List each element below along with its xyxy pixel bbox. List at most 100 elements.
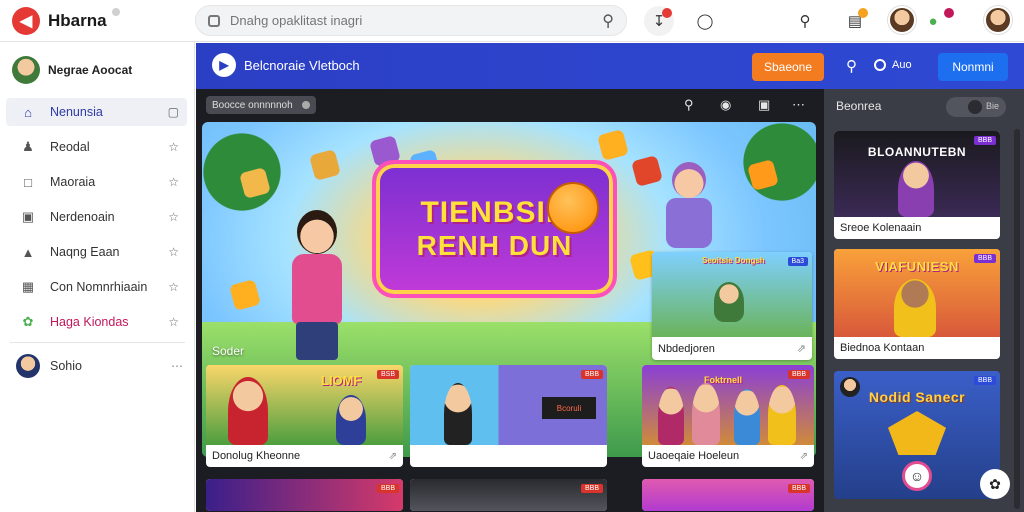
- puzzle-icon[interactable]: ●: [918, 6, 954, 36]
- filter-pill-label: Boocce onnnnnoh: [212, 99, 293, 111]
- sidebar-item-2[interactable]: □ Maoraia ☆: [6, 168, 187, 196]
- app-logo[interactable]: ◀ Hbarna: [12, 6, 107, 36]
- chat-icon[interactable]: ◯: [690, 6, 720, 36]
- video-card[interactable]: BBB BLOANNUTEBN Sreoe Kolenaain: [834, 131, 1000, 239]
- video-card[interactable]: BBB: [206, 479, 403, 511]
- filter-pill[interactable]: Boocce onnnnnoh: [206, 96, 316, 114]
- folder-icon: ▣: [21, 209, 35, 224]
- video-card[interactable]: Seoitsie Dongsh Ba3 Nbdedjoren ⇗: [652, 252, 812, 360]
- star-icon[interactable]: ☆: [168, 175, 179, 189]
- star-icon[interactable]: ☆: [168, 140, 179, 154]
- search-input[interactable]: [230, 13, 603, 28]
- star-badge: [888, 411, 946, 455]
- video-thumbnail: BBB: [642, 479, 814, 511]
- video-thumbnail: BSB LIOMF: [206, 365, 403, 445]
- bookmark-icon: □: [24, 174, 32, 190]
- video-thumbnail: Seoitsie Dongsh Ba3: [652, 252, 812, 337]
- video-chip: Ba3: [787, 257, 808, 266]
- video-card[interactable]: BBB: [410, 479, 607, 511]
- video-card[interactable]: BBB Foktrnell Uaoeqaie Hoeleun ⇗: [642, 365, 814, 467]
- content-title: Belcnoraie Vletboch: [244, 58, 360, 73]
- notification-badge: [662, 8, 672, 18]
- video-chip: BSB: [376, 370, 399, 379]
- assistant-icon[interactable]: ✿: [980, 469, 1010, 499]
- expand-icon[interactable]: ⇗: [797, 342, 806, 355]
- auto-toggle[interactable]: Auo: [874, 59, 912, 71]
- notes-icon[interactable]: ▤: [840, 6, 870, 36]
- star-icon[interactable]: ☆: [168, 210, 179, 224]
- scrollbar[interactable]: [1014, 129, 1020, 509]
- sidebar-item-label: Con Nomnrhiaain: [50, 280, 148, 294]
- person-figure: [734, 389, 760, 445]
- image-icon[interactable]: ▣: [758, 97, 770, 113]
- sidebar-item-label: Maoraia: [50, 175, 96, 189]
- flower-icon: ✿: [22, 314, 34, 329]
- status-dot: [112, 8, 120, 16]
- video-card[interactable]: BBB: [642, 479, 814, 511]
- search-icon[interactable]: ⚲: [684, 97, 694, 113]
- video-chip: BBB: [580, 370, 603, 379]
- person-figure: [894, 279, 936, 337]
- girl-character: [282, 210, 352, 360]
- sidebar-nav: ⌂ Nenunsia ▢ ♟ Reodal ☆ □ Maoraia ☆ ▣ Ne…: [6, 98, 187, 343]
- thumbnail-banner: Bcoruli: [542, 397, 596, 419]
- avatar[interactable]: [888, 6, 916, 34]
- boy-character: [660, 162, 720, 252]
- floating-item: [597, 129, 629, 161]
- sidebar-item-label: Haga Kiondas: [50, 315, 129, 329]
- sidebar-item-6[interactable]: ✿ Haga Kiondas ☆: [6, 308, 187, 336]
- person-figure: [714, 282, 744, 322]
- secondary-button[interactable]: Nonmni: [938, 53, 1008, 81]
- sidebar-item-0[interactable]: ⌂ Nenunsia ▢: [6, 98, 187, 126]
- person-figure: [228, 377, 268, 445]
- person-figure: [898, 161, 934, 217]
- video-title: Biednoa Kontaan: [840, 342, 925, 354]
- search-icon[interactable]: ⚲: [602, 11, 614, 31]
- search-bar[interactable]: ⚲: [195, 5, 627, 36]
- video-card[interactable]: BBB Bcoruli: [410, 365, 607, 467]
- user-avatar[interactable]: [984, 6, 1012, 34]
- video-thumbnail: BBB Foktrnell: [642, 365, 814, 445]
- sidebar-user[interactable]: Sohio ⋯: [16, 354, 184, 378]
- home-icon: ⌂: [24, 104, 32, 120]
- toggle-label: Bie: [986, 101, 1000, 111]
- people-icon: ♟: [22, 139, 34, 154]
- expand-icon[interactable]: ⇗: [389, 451, 397, 462]
- video-thumbnail: BBB VIAFUNIESN: [834, 249, 1000, 337]
- search-icon[interactable]: ⚲: [846, 57, 857, 75]
- video-card[interactable]: BBB VIAFUNIESN Biednoa Kontaan: [834, 249, 1000, 359]
- sidebar-item-4[interactable]: ▲ Naqng Eaan ☆: [6, 238, 187, 266]
- video-chip: BBB: [787, 484, 810, 493]
- main-content: Boocce onnnnnoh ⚲ ◉ ▣ ⋯ TIENBSIN RENH DU…: [196, 89, 824, 512]
- pin-icon[interactable]: ▢: [168, 105, 179, 119]
- sidebar-item-1[interactable]: ♟ Reodal ☆: [6, 133, 187, 161]
- sidebar-profile[interactable]: Negrae Aoocat: [12, 56, 132, 84]
- star-icon[interactable]: ☆: [168, 245, 179, 259]
- download-icon[interactable]: ↧: [644, 6, 674, 36]
- sidebar-item-5[interactable]: ▦ Con Nomnrhiaain ☆: [6, 273, 187, 301]
- video-card[interactable]: BSB LIOMF Donolug Kheonne ⇗: [206, 365, 403, 467]
- star-icon[interactable]: ☆: [168, 315, 179, 329]
- more-icon[interactable]: ⋯: [171, 359, 184, 373]
- pin-icon: ▲: [21, 244, 35, 260]
- channel-logo-icon: ▶: [212, 53, 236, 77]
- zoom-icon[interactable]: ◉: [720, 97, 731, 113]
- right-panel: Beonrea Bie BBB BLOANNUTEBN Sreoe Kolena…: [824, 89, 1024, 512]
- video-caption: [410, 445, 607, 467]
- sidebar-item-3[interactable]: ▣ Nerdenoain ☆: [6, 203, 187, 231]
- star-icon[interactable]: ☆: [168, 280, 179, 294]
- video-title: Sreoe Kolenaain: [840, 222, 922, 234]
- more-icon[interactable]: ⋯: [792, 97, 805, 113]
- chat-bubble-icon[interactable]: ☺: [902, 461, 932, 491]
- content-header: ▶ Belcnoraie Vletboch Sbaeone ⚲ Auo Nonm…: [196, 43, 1024, 89]
- expand-icon[interactable]: ⇗: [800, 451, 808, 462]
- video-thumbnail: BBB Bcoruli: [410, 365, 607, 445]
- right-panel-toggle[interactable]: Bie: [946, 97, 1006, 117]
- sidebar-item-label: Nerdenoain: [50, 210, 115, 224]
- search-icon[interactable]: ⚲: [790, 6, 820, 36]
- primary-button[interactable]: Sbaeone: [752, 53, 824, 81]
- sidebar: Negrae Aoocat ⌂ Nenunsia ▢ ♟ Reodal ☆ □ …: [0, 42, 195, 512]
- video-caption: Sreoe Kolenaain: [834, 217, 1000, 239]
- person-figure: [768, 385, 796, 445]
- hero-caption: Soder: [212, 344, 245, 358]
